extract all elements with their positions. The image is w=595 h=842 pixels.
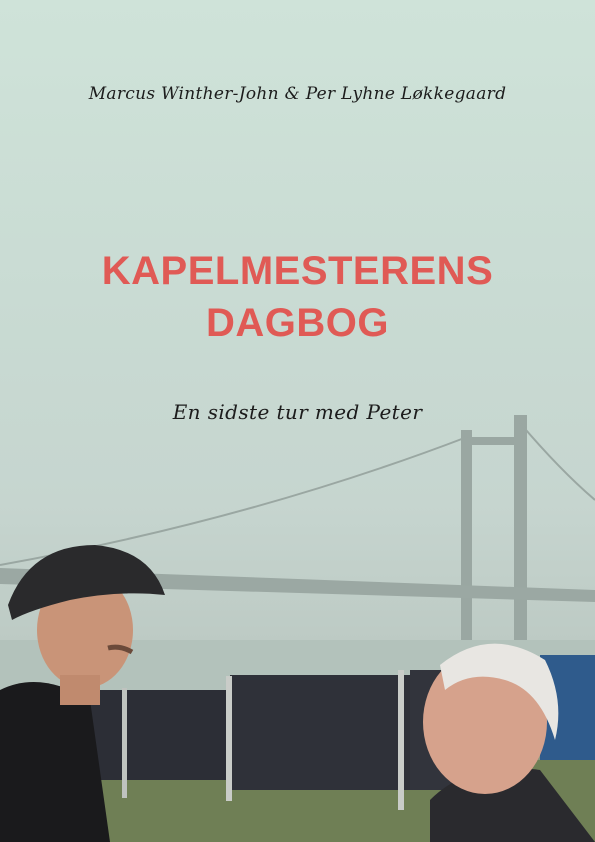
title-line-1: KAPELMESTERENS [101,249,494,293]
title-line-2: DAGBOG [206,301,389,345]
authors-line: Marcus Winther-John & Per Lyhne Løkkegaa… [88,84,507,104]
book-cover: Marcus Winther-John & Per Lyhne Løkkegaa… [0,0,595,842]
book-subtitle: En sidste tur med Peter [172,400,423,424]
book-title: KAPELMESTERENS DAGBOG [0,245,595,349]
